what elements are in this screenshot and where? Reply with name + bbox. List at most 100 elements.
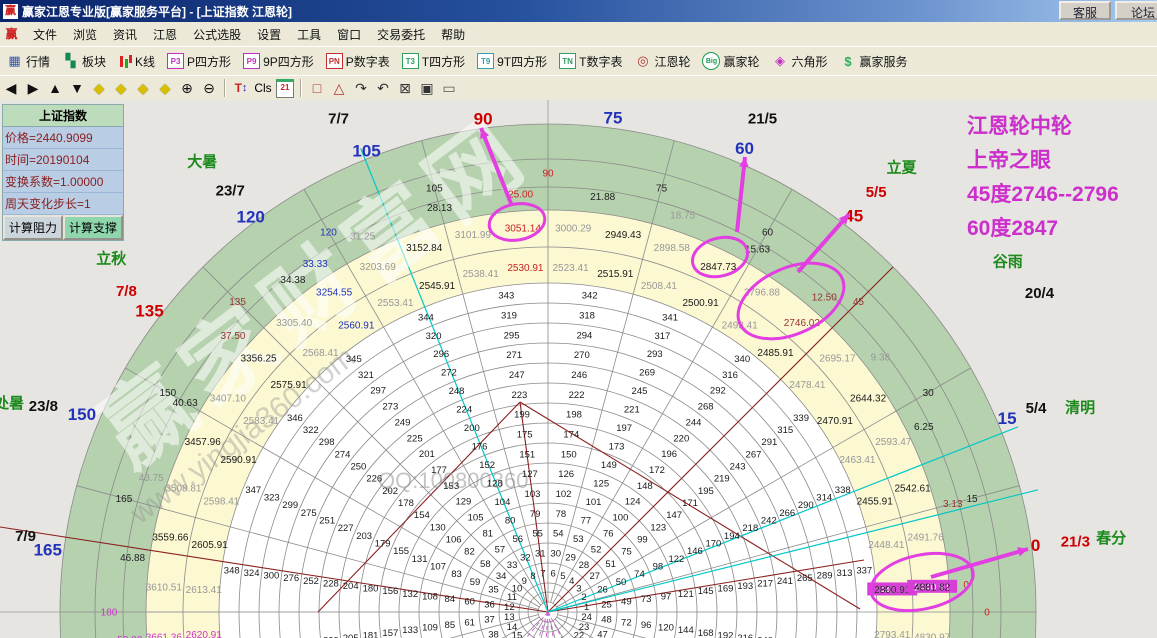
toolbar-button-板块[interactable]: ▚ 板块 (59, 51, 109, 72)
percent-label: 3.13 (943, 499, 963, 510)
customer-service-button[interactable]: 客服 (1059, 1, 1111, 20)
menu-item-7[interactable]: 窗口 (329, 23, 369, 46)
calendar-icon[interactable]: 21 (275, 78, 295, 98)
T3-icon: T3 (401, 53, 419, 69)
wheel-number: 174 (563, 430, 579, 441)
rotate-ccw-icon[interactable]: ↶ (373, 78, 393, 98)
menu-item-9[interactable]: 帮助 (433, 23, 473, 46)
toolbar-button-赢家服务[interactable]: $ 赢家服务 (837, 51, 911, 72)
gann-wheel-canvas[interactable]: 赢家财富网www.yingjia360.com QQ:10080036012345… (0, 100, 1157, 638)
P9-icon: P9 (243, 53, 261, 69)
P3-icon: P3 (167, 53, 185, 69)
time-price-icon[interactable]: T ↕ (231, 78, 251, 98)
wheel-number: 289 (817, 571, 833, 582)
outer-label-处暑: 处暑 (0, 394, 24, 412)
wheel-number: 96 (641, 620, 652, 631)
rotate-cw-icon[interactable]: ↷ (351, 78, 371, 98)
outer-label-60: 60 (735, 139, 754, 158)
quote-grid-icon: ▦ (8, 53, 21, 68)
toolbar-button-P四方形[interactable]: P3 P四方形 (164, 51, 234, 72)
toolbar-button-P数字表[interactable]: PN P数字表 (323, 51, 393, 72)
wheel-number: 297 (370, 386, 386, 397)
toolbar-button-T数字表[interactable]: TN T数字表 (556, 51, 625, 72)
calc-support-button[interactable]: 计算支撑 (63, 215, 123, 240)
toolbar-button-K线[interactable]: K线 (115, 51, 158, 72)
diamond-left-icon[interactable]: ◆ (89, 78, 109, 98)
percent-label: 6.25 (914, 422, 934, 433)
wheel-number: 133 (402, 625, 418, 636)
toolbar-button-赢家轮[interactable]: Big 赢家轮 (699, 50, 762, 72)
maximize-icon[interactable]: ⊠ (395, 78, 415, 98)
price-label: 2593.47 (875, 437, 912, 448)
arrow-up-icon[interactable]: ▲ (45, 78, 65, 98)
zoom-out-icon[interactable]: ⊖ (199, 78, 219, 98)
percent-label: 40.63 (173, 398, 198, 409)
outer-label-立秋: 立秋 (96, 249, 127, 267)
square-tool-icon[interactable]: □ (307, 78, 327, 98)
menu-item-8[interactable]: 交易委托 (369, 23, 433, 46)
diamond-up-icon[interactable]: ◆ (133, 78, 153, 98)
wheel-number: 28 (579, 560, 590, 571)
menu-item-4[interactable]: 公式选股 (185, 23, 249, 46)
wheel-number: 36 (484, 599, 495, 610)
toolbar-label: 9T四方形 (497, 54, 548, 69)
angle-label: 60 (762, 227, 774, 238)
wheel-number: 74 (634, 569, 645, 580)
percent-label: 28.13 (427, 203, 452, 214)
wheel-number: 172 (649, 465, 665, 476)
toolbar-button-T四方形[interactable]: T3 T四方形 (399, 51, 468, 72)
wheel-number: 48 (601, 615, 612, 626)
wheel-number: 270 (574, 350, 590, 361)
cls-button[interactable]: Cls (253, 78, 273, 98)
zoom-in-icon[interactable]: ⊕ (177, 78, 197, 98)
wheel-number: 320 (426, 331, 442, 342)
wheel-number: 123 (650, 522, 666, 533)
price-label: 3407.10 (210, 394, 247, 405)
wheel-number: 128 (487, 479, 503, 490)
wheel-number: 84 (445, 594, 456, 605)
forum-button[interactable]: 论坛 (1115, 1, 1157, 20)
monitor-icon[interactable]: ▭ (439, 78, 459, 98)
toolbar-button-9T四方形[interactable]: T9 9T四方形 (474, 51, 550, 72)
menu-item-0[interactable]: 文件 (25, 23, 65, 46)
percent-label: 46.88 (120, 553, 145, 564)
wheel-number: 199 (514, 410, 530, 421)
wheel-number: 77 (581, 516, 592, 527)
wheel-number: 85 (445, 620, 456, 631)
drawing-toolbar: ◀ ▶ ▲ ▼ ◆ ◆ ◆ ◆ ⊕ ⊖ T ↕ Cls 21 □ △ ↷ ↶ ⊠ ▣ ▭ (0, 75, 1157, 101)
price-label: 2530.91 (507, 263, 544, 274)
wheel-number: 245 (632, 386, 648, 397)
arrow-down-icon[interactable]: ▼ (67, 78, 87, 98)
wheel-number: 266 (779, 508, 795, 519)
calc-resistance-button[interactable]: 计算阻力 (3, 215, 63, 240)
toolbar-button-江恩轮[interactable]: ◎ 江恩轮 (631, 51, 693, 72)
app-logo-small-icon: 赢 (4, 26, 19, 42)
menu-item-6[interactable]: 工具 (289, 23, 329, 46)
wheel-number: 103 (525, 489, 541, 500)
toolbar-label: 六角形 (791, 54, 828, 69)
outer-label-75: 75 (604, 108, 623, 127)
price-label: 2598.41 (203, 497, 240, 508)
diamond-right-icon[interactable]: ◆ (111, 78, 131, 98)
menu-item-5[interactable]: 设置 (249, 23, 289, 46)
wheel-number: 203 (356, 531, 372, 542)
wheel-number: 346 (287, 413, 303, 424)
price-label: 4881.82 (914, 582, 951, 593)
wheel-number: 293 (647, 349, 663, 360)
arrow-right-icon[interactable]: ▶ (23, 78, 43, 98)
menu-item-3[interactable]: 江恩 (145, 23, 185, 46)
toolbar-button-六角形[interactable]: ◈ 六角形 (769, 51, 831, 72)
menu-item-1[interactable]: 浏览 (65, 23, 105, 46)
arrow-left-icon[interactable]: ◀ (1, 78, 21, 98)
wheel-number: 31 (535, 549, 546, 560)
menu-item-2[interactable]: 资讯 (105, 23, 145, 46)
center-icon[interactable]: ▣ (417, 78, 437, 98)
wheel-number: 120 (658, 623, 674, 634)
diamond-down-icon[interactable]: ◆ (155, 78, 175, 98)
panel-row-3: 周天变化步长=1 (3, 193, 123, 215)
wheel-number: 219 (714, 474, 730, 485)
triangle-tool-icon[interactable]: △ (329, 78, 349, 98)
price-label: 2538.41 (463, 269, 500, 280)
toolbar-button-9P四方形[interactable]: P9 9P四方形 (240, 51, 317, 72)
toolbar-button-行情[interactable]: ▦ 行情 (3, 51, 53, 72)
